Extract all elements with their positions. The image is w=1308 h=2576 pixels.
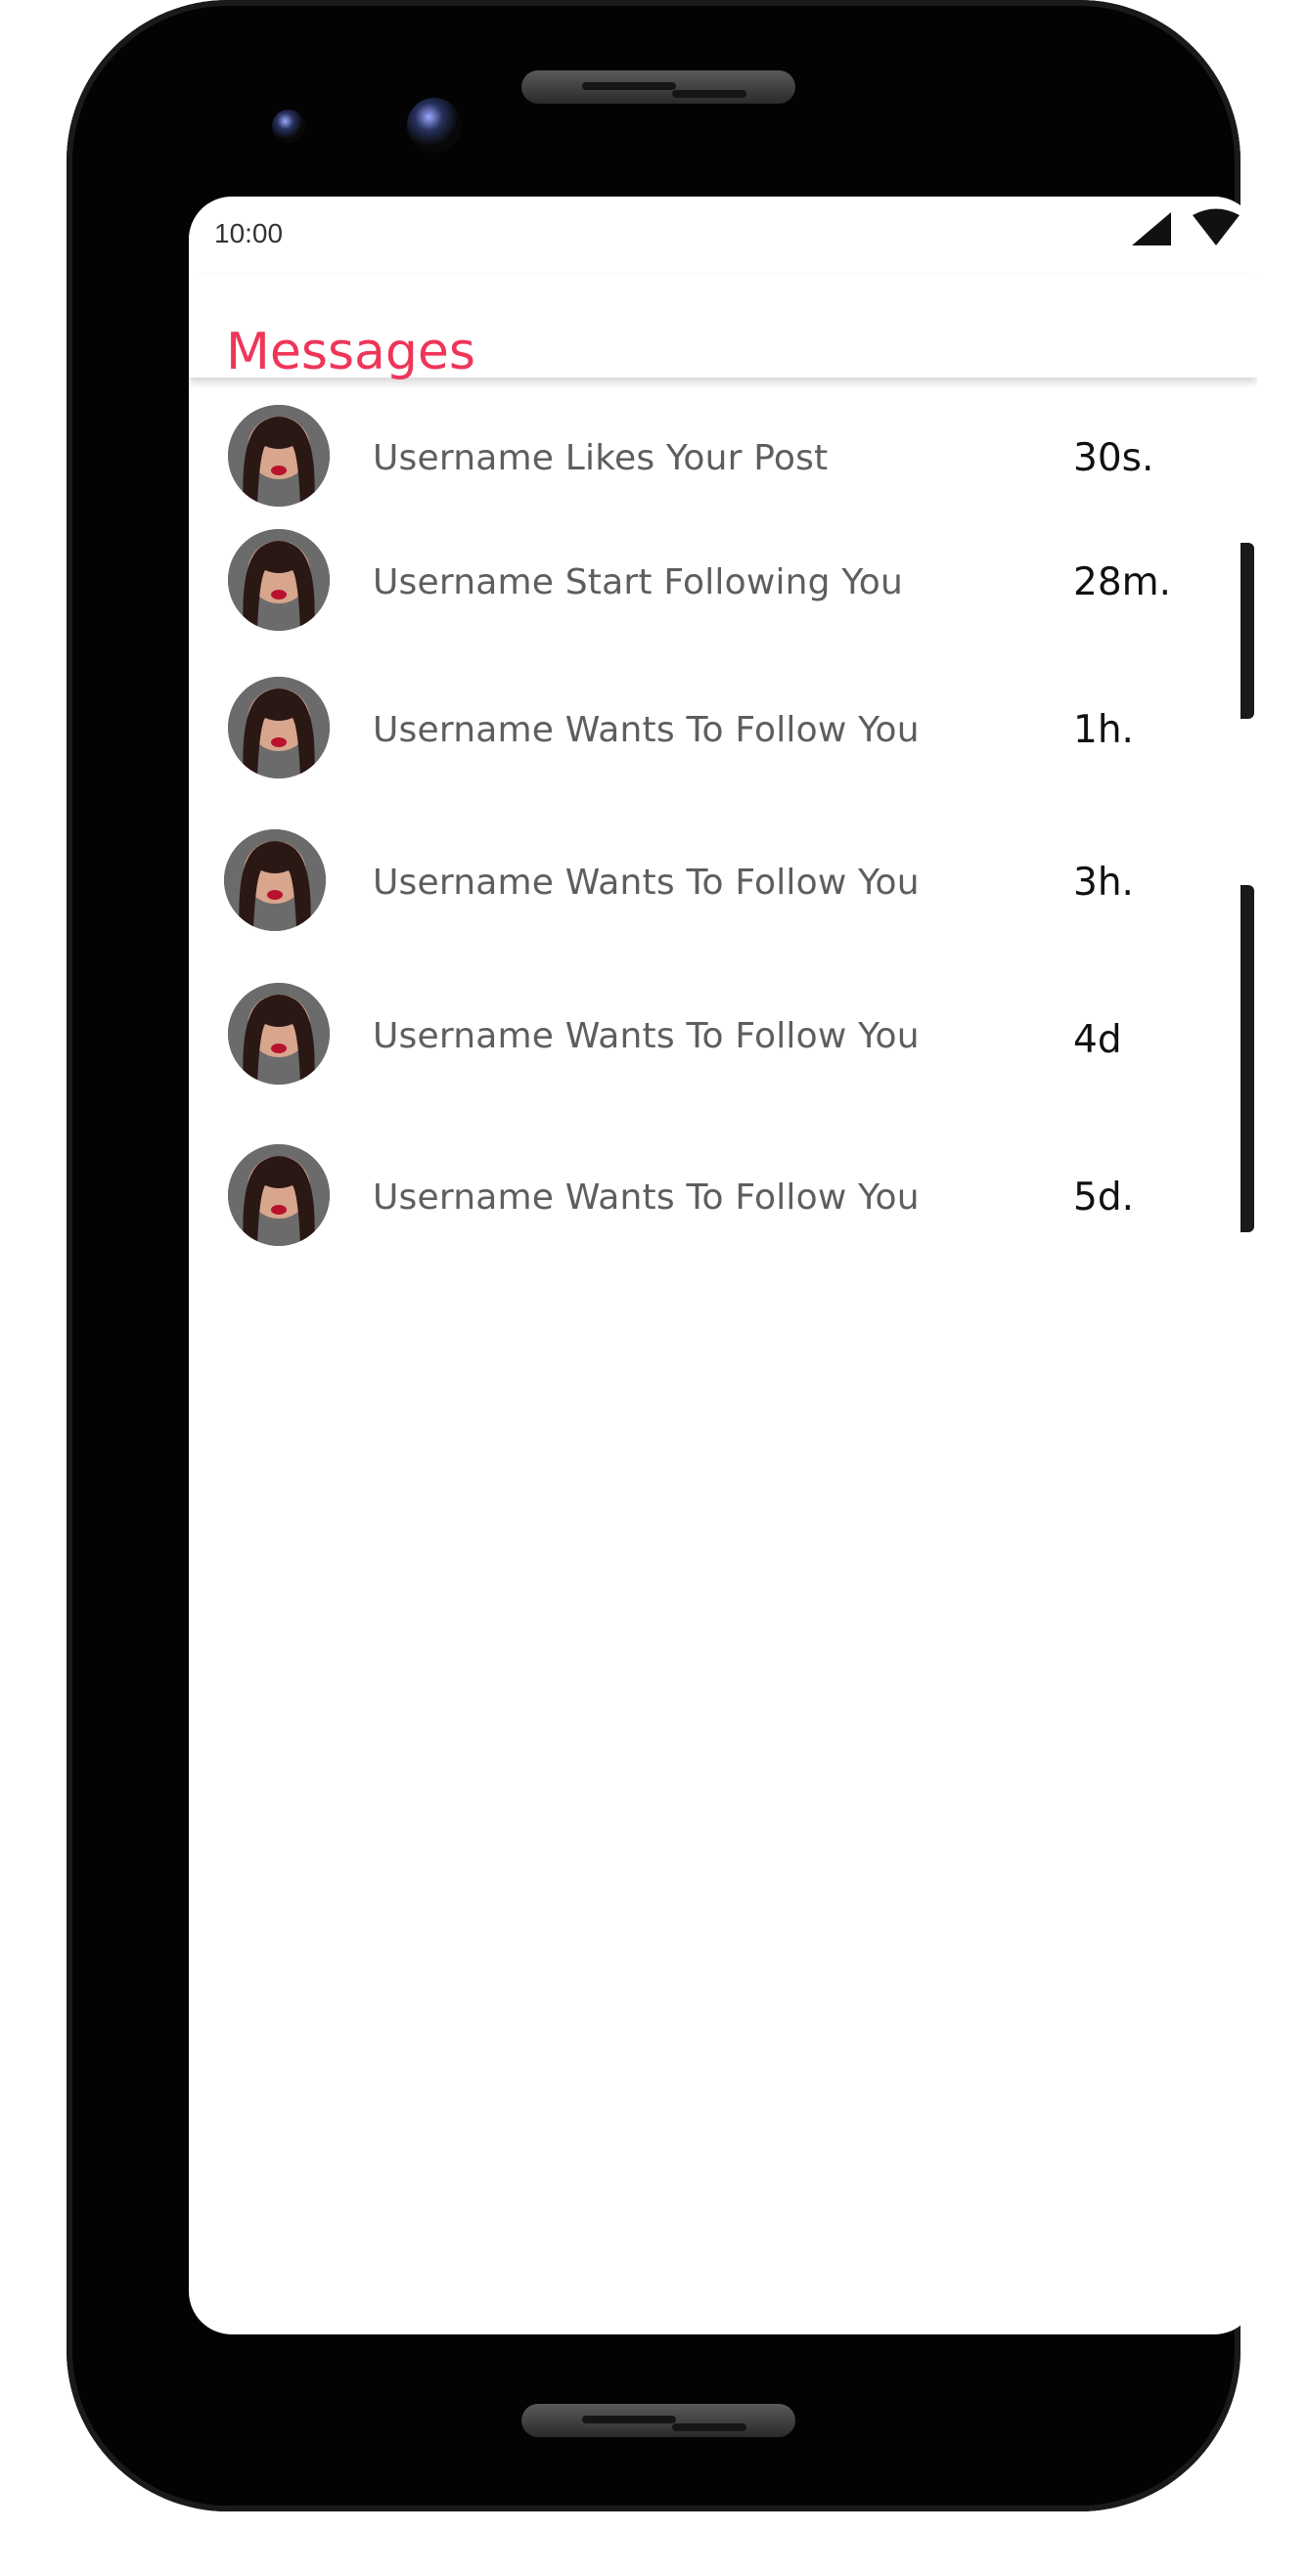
avatar[interactable] (228, 677, 330, 778)
status-bar: 10:00 (189, 197, 1257, 275)
bottom-speaker (521, 2404, 795, 2437)
avatar[interactable] (228, 405, 330, 507)
front-sensor (272, 110, 305, 143)
app-bar: Messages (189, 275, 1257, 381)
page-stage: 10:00 Messages Username Likes Your Post … (0, 0, 1308, 2576)
notification-time: 28m. (1073, 560, 1172, 604)
avatar[interactable] (224, 829, 326, 931)
phone-screen: 10:00 Messages Username Likes Your Post … (189, 197, 1257, 2334)
notification-text: Username Wants To Follow You (373, 1016, 920, 1056)
avatar-photo-icon (228, 529, 330, 631)
notification-time: 3h. (1073, 861, 1134, 905)
avatar-photo-icon (224, 829, 326, 931)
avatar[interactable] (228, 529, 330, 631)
notification-text: Username Start Following You (373, 562, 904, 602)
volume-button[interactable] (1240, 543, 1254, 719)
avatar[interactable] (228, 1144, 330, 1246)
phone-frame: 10:00 Messages Username Likes Your Post … (67, 0, 1257, 2511)
wifi-icon (1193, 208, 1240, 245)
avatar-photo-icon (228, 1144, 330, 1246)
notification-item[interactable]: Username Start Following You 28m. (189, 521, 1257, 639)
notification-time: 1h. (1073, 708, 1134, 752)
signal-icon (1132, 212, 1171, 245)
avatar[interactable] (228, 983, 330, 1085)
notification-time: 30s. (1073, 436, 1154, 480)
avatar-photo-icon (228, 677, 330, 778)
notification-item[interactable]: Username Likes Your Post 30s. (189, 397, 1257, 514)
avatar-photo-icon (228, 983, 330, 1085)
speaker-slot (582, 82, 676, 90)
top-speaker (521, 70, 795, 104)
notification-text: Username Wants To Follow You (373, 1177, 920, 1218)
notification-time: 5d. (1073, 1176, 1134, 1220)
notification-text: Username Likes Your Post (373, 438, 829, 478)
front-camera (407, 98, 462, 153)
avatar-photo-icon (228, 405, 330, 507)
notification-text: Username Wants To Follow You (373, 863, 920, 903)
notification-time: 4d (1073, 1018, 1122, 1062)
notification-item[interactable]: Username Wants To Follow You 3h. (189, 822, 1257, 939)
speaker-slot (582, 2416, 676, 2423)
speaker-slot (672, 90, 746, 98)
notification-text: Username Wants To Follow You (373, 710, 920, 750)
notification-item[interactable]: Username Wants To Follow You 4d (189, 975, 1257, 1092)
page-title: Messages (226, 322, 475, 381)
speaker-slot (672, 2423, 746, 2431)
power-button[interactable] (1240, 885, 1254, 1232)
notification-item[interactable]: Username Wants To Follow You 5d. (189, 1136, 1257, 1254)
status-time: 10:00 (214, 218, 284, 248)
notification-item[interactable]: Username Wants To Follow You 1h. (189, 669, 1257, 786)
